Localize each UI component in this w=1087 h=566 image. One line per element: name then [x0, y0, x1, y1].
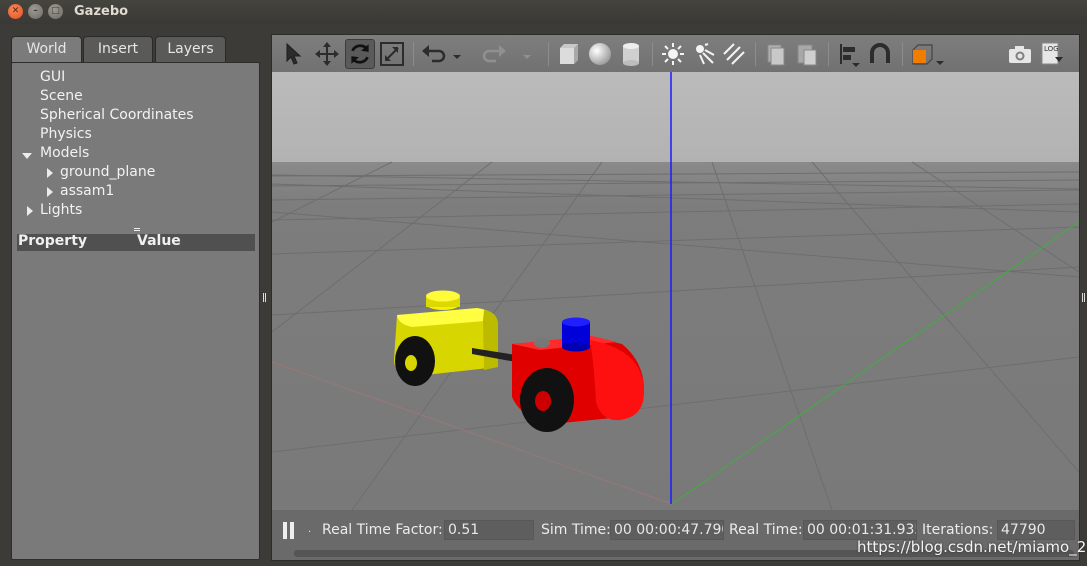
toolbar-separator: [755, 42, 756, 66]
tree-item-models[interactable]: Models: [40, 145, 89, 161]
property-table-header: Property Value: [17, 233, 255, 251]
close-window-icon[interactable]: ✕: [8, 4, 23, 19]
tree-item-scene[interactable]: Scene: [40, 88, 83, 104]
expand-right-icon[interactable]: [47, 168, 53, 178]
toolbar-separator: [413, 42, 414, 66]
spot-light-icon[interactable]: [691, 41, 717, 67]
left-splitter-handle-icon[interactable]: [263, 293, 266, 302]
window-title: Gazebo: [74, 4, 129, 19]
align-icon[interactable]: [836, 41, 862, 67]
select-arrow-icon[interactable]: [282, 41, 308, 67]
box-icon[interactable]: [556, 41, 582, 67]
tree-item-gui[interactable]: GUI: [40, 69, 65, 85]
pause-icon[interactable]: [283, 522, 287, 539]
point-light-icon[interactable]: [660, 41, 686, 67]
splitter-handle-icon[interactable]: [134, 228, 140, 231]
watermark-text: https://blog.csdn.net/miamo_29: [857, 538, 1087, 556]
ground-plane: [272, 162, 1079, 510]
redo-icon[interactable]: [482, 41, 508, 67]
value-column-header[interactable]: Value: [137, 233, 181, 249]
toolbar-separator: [902, 42, 903, 66]
real-time-value: 00 00:01:31.935: [803, 520, 917, 540]
sim-time-label: Sim Time:: [541, 522, 611, 538]
expand-right-icon[interactable]: [27, 206, 33, 216]
tree-item-spherical-coordinates[interactable]: Spherical Coordinates: [40, 107, 194, 123]
tab-layers[interactable]: Layers: [155, 36, 226, 63]
undo-icon[interactable]: [420, 41, 446, 67]
step-button[interactable]: .: [308, 524, 311, 535]
real-time-label: Real Time:: [729, 522, 803, 538]
minimize-window-icon[interactable]: –: [28, 4, 43, 19]
screenshot-icon[interactable]: [1007, 41, 1033, 67]
redo-dropdown-icon[interactable]: [522, 41, 532, 67]
iterations-value: 47790: [997, 520, 1075, 540]
snap-icon[interactable]: [867, 41, 893, 67]
tab-world[interactable]: World: [11, 36, 82, 63]
window-titlebar: ✕ – □ Gazebo: [0, 0, 1087, 24]
translate-icon[interactable]: [314, 41, 340, 67]
log-button[interactable]: LOG: [1038, 41, 1064, 67]
toolbar: LOG: [272, 35, 1079, 72]
cylinder-icon[interactable]: [618, 41, 644, 67]
pause-icon[interactable]: [290, 522, 294, 539]
toolbar-separator: [652, 42, 653, 66]
sky: [272, 72, 1079, 164]
toolbar-separator: [548, 42, 549, 66]
tab-insert[interactable]: Insert: [83, 36, 153, 63]
sphere-icon[interactable]: [587, 41, 613, 67]
copy-icon[interactable]: [763, 41, 789, 67]
undo-dropdown-icon[interactable]: [452, 41, 462, 67]
world-panel: GUI Scene Spherical Coordinates Physics …: [11, 62, 260, 560]
property-column-header[interactable]: Property: [18, 233, 87, 249]
scale-icon[interactable]: [379, 41, 405, 67]
tree-item-assam1[interactable]: assam1: [60, 183, 114, 199]
scene-canvas: [272, 72, 1079, 510]
tree-item-lights[interactable]: Lights: [40, 202, 82, 218]
rtf-label: Real Time Factor:: [322, 522, 443, 538]
expand-right-icon[interactable]: [47, 187, 53, 197]
rotate-mode-button[interactable]: [345, 39, 375, 69]
rtf-value: 0.51: [444, 520, 534, 540]
toolbar-separator: [828, 42, 829, 66]
sim-time-value: 00 00:00:47.790: [610, 520, 724, 540]
log-label: LOG: [1044, 45, 1059, 53]
directional-light-icon[interactable]: [721, 41, 747, 67]
view-angle-icon[interactable]: [910, 41, 946, 67]
3d-viewport[interactable]: [272, 72, 1079, 510]
tree-item-ground-plane[interactable]: ground_plane: [60, 164, 155, 180]
maximize-window-icon[interactable]: □: [48, 4, 63, 19]
tree-item-physics[interactable]: Physics: [40, 126, 92, 142]
expand-down-icon[interactable]: [22, 153, 32, 159]
rotate-icon: [351, 44, 369, 64]
right-splitter-handle-icon[interactable]: [1082, 293, 1085, 302]
paste-icon[interactable]: [794, 41, 820, 67]
iterations-label: Iterations:: [922, 522, 994, 538]
